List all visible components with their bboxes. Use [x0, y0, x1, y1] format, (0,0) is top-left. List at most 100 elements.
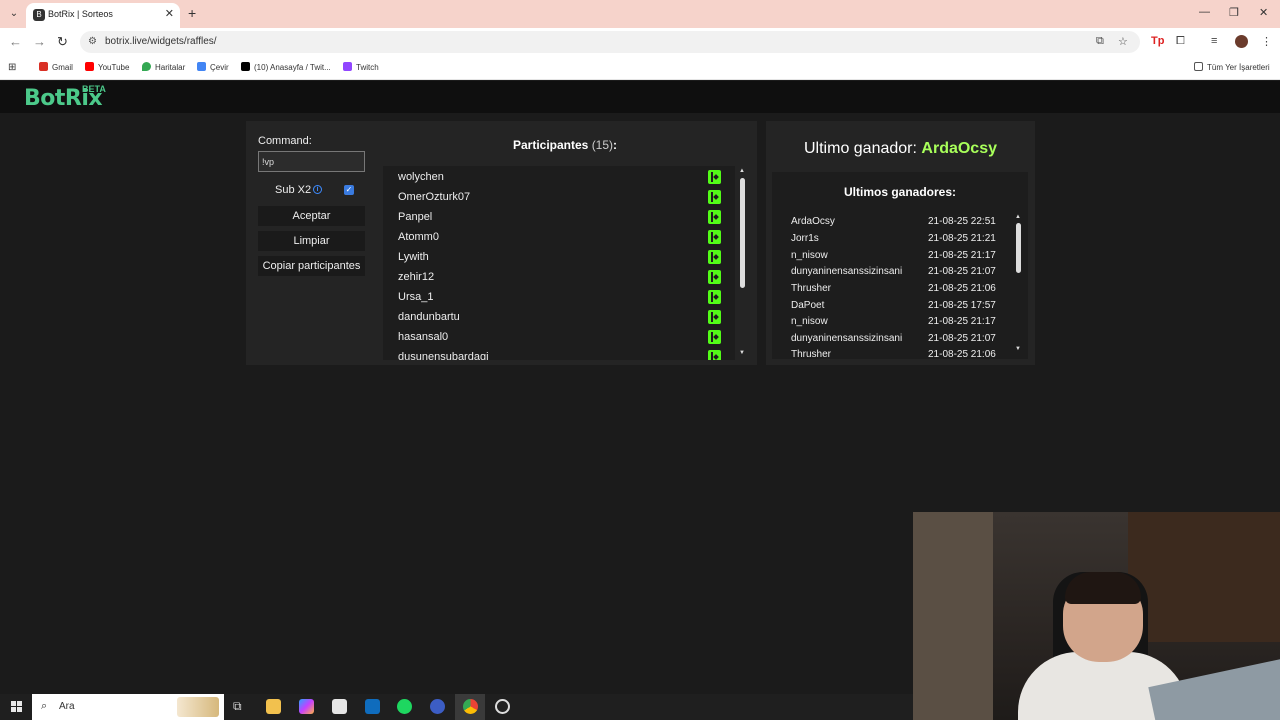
tab-search-chevron-icon[interactable]: ⌄ [5, 5, 23, 23]
bookmark-star-icon[interactable]: ☆ [1118, 35, 1128, 48]
extension-tp-icon[interactable]: Tp [1151, 35, 1164, 47]
task-view-icon[interactable]: ⧉ [233, 699, 248, 714]
restore-icon[interactable]: ❐ [1229, 6, 1239, 19]
extensions-puzzle-icon[interactable]: ⧠ [1176, 35, 1185, 48]
tab-title: BotRix | Sorteos [48, 9, 113, 19]
copy-participants-button[interactable]: Copiar participantes [258, 256, 365, 276]
participants-list[interactable]: wolychen OmerOzturk07 Panpel Atomm0 Lywi… [383, 166, 735, 360]
maps-icon [142, 62, 151, 71]
winner-row-name: DaPoet [791, 300, 825, 311]
scroll-up-icon[interactable]: ▲ [739, 168, 745, 174]
list-item: dandunbartu [398, 311, 460, 323]
search-placeholder: Ara [59, 701, 75, 712]
accept-button[interactable]: Aceptar [258, 206, 365, 226]
kick-icon [708, 170, 721, 184]
webcam-overlay [913, 512, 1280, 720]
winners-scroll-down-icon[interactable]: ▼ [1015, 346, 1021, 352]
search-highlight-image [177, 697, 219, 717]
bookmark-gmail[interactable]: Gmail [39, 62, 73, 72]
winners-list[interactable]: Ultimos ganadores: ArdaOcsy 21-08-25 22:… [772, 172, 1028, 359]
search-icon: ⌕ [41, 700, 48, 712]
gmail-icon [39, 62, 48, 71]
list-item: wolychen [398, 171, 444, 183]
kick-icon [708, 270, 721, 284]
x-icon [241, 62, 250, 71]
chrome-icon[interactable] [463, 699, 478, 714]
bookmark-youtube[interactable]: YouTube [85, 62, 129, 72]
tab-close-icon[interactable]: ✕ [165, 7, 174, 20]
tab-strip: ⌄ B BotRix | Sorteos ✕ + — ❐ ✕ [0, 0, 1280, 28]
bookmark-cevir[interactable]: Çevir [197, 62, 229, 72]
webcam-background [913, 512, 993, 720]
minimize-icon[interactable]: — [1199, 6, 1210, 18]
bookmark-haritalar[interactable]: Haritalar [142, 62, 185, 72]
twitch-icon [343, 62, 352, 71]
taskbar-search[interactable]: ⌕ Ara [32, 694, 224, 720]
file-explorer-icon[interactable] [266, 699, 281, 714]
info-icon[interactable]: i [313, 185, 322, 194]
browser-menu-icon[interactable]: ⋮ [1261, 35, 1272, 48]
sub-x2-label: Sub X2 [275, 184, 312, 196]
winner-row-name: Thrusher [791, 349, 832, 359]
youtube-icon [85, 62, 94, 71]
winner-row-name: dunyaninensanssizinsani [791, 266, 903, 277]
site-header: BotRix BETA [0, 81, 1280, 113]
botrix-favicon-icon: B [33, 9, 45, 21]
translate-icon[interactable]: ⧉ [1096, 35, 1104, 48]
reload-icon[interactable]: ↻ [57, 34, 68, 50]
app-icon[interactable] [430, 699, 445, 714]
winner-row-date: 21-08-25 21:17 [928, 250, 996, 261]
copilot-icon[interactable] [299, 699, 314, 714]
windows-taskbar: ⌕ Ara ⧉ [0, 694, 913, 720]
list-item: dusunensubardagi [398, 351, 489, 360]
winner-row-date: 21-08-25 22:51 [928, 216, 996, 227]
sub-x2-checkbox[interactable]: ✓ [344, 185, 354, 195]
kick-icon [708, 330, 721, 344]
window-close-icon[interactable]: ✕ [1259, 6, 1268, 19]
winner-row-date: 21-08-25 17:57 [928, 300, 996, 311]
clear-button[interactable]: Limpiar [258, 231, 365, 251]
winners-scroll-up-icon[interactable]: ▲ [1015, 214, 1021, 220]
all-bookmarks[interactable]: Tüm Yer İşaretleri [1194, 62, 1270, 72]
media-control-icon[interactable]: ≡ [1211, 35, 1217, 47]
list-item: zehir12 [398, 271, 435, 283]
back-icon[interactable]: ← [9, 34, 22, 49]
winners-title: Ultimos ganadores: [843, 185, 957, 199]
profile-avatar[interactable] [1235, 35, 1248, 48]
new-tab-button[interactable]: + [188, 5, 196, 21]
command-input[interactable] [258, 151, 365, 172]
command-label: Command: [258, 135, 312, 147]
list-item: Lywith [398, 251, 429, 263]
spotify-icon[interactable] [397, 699, 412, 714]
winner-row-date: 21-08-25 21:06 [928, 349, 996, 359]
winner-row-name: dunyaninensanssizinsani [791, 333, 903, 344]
list-item: OmerOzturk07 [398, 191, 471, 203]
participants-count: (15) [591, 138, 614, 152]
forward-icon[interactable]: → [33, 34, 46, 49]
address-bar[interactable]: ⚙ botrix.live/widgets/raffles/ ⧉ ☆ [80, 31, 1140, 53]
winner-row-name: Thrusher [791, 283, 832, 294]
apps-grid-icon[interactable]: ⊞ [8, 62, 16, 73]
tab-botrix-sorteos[interactable]: B BotRix | Sorteos ✕ [26, 3, 180, 28]
winner-row-date: 21-08-25 21:07 [928, 333, 996, 344]
participants-scrollbar[interactable] [740, 178, 745, 288]
windows-start-icon[interactable] [11, 701, 23, 713]
site-info-icon[interactable]: ⚙ [88, 36, 97, 47]
kick-icon [708, 210, 721, 224]
outlook-icon[interactable] [365, 699, 380, 714]
kick-icon [708, 250, 721, 264]
last-winner-name: ArdaOcsy [921, 140, 997, 157]
bookmark-twitch[interactable]: Twitch [343, 62, 379, 72]
obs-icon[interactable] [495, 699, 510, 714]
bookmark-twitter[interactable]: (10) Anasayfa / Twit... [241, 62, 331, 72]
winner-row-name: ArdaOcsy [791, 216, 835, 227]
kick-icon [708, 230, 721, 244]
store-icon[interactable] [332, 699, 347, 714]
beta-badge: BETA [82, 84, 106, 94]
winner-row-name: n_nisow [791, 316, 828, 327]
last-winner-heading: Ultimo ganador: ArdaOcsy [804, 140, 997, 157]
list-item: Panpel [398, 211, 433, 223]
browser-toolbar: ← → ↻ ⚙ botrix.live/widgets/raffles/ ⧉ ☆… [0, 28, 1280, 56]
scroll-down-icon[interactable]: ▼ [739, 350, 745, 356]
winners-scrollbar[interactable] [1016, 223, 1021, 273]
